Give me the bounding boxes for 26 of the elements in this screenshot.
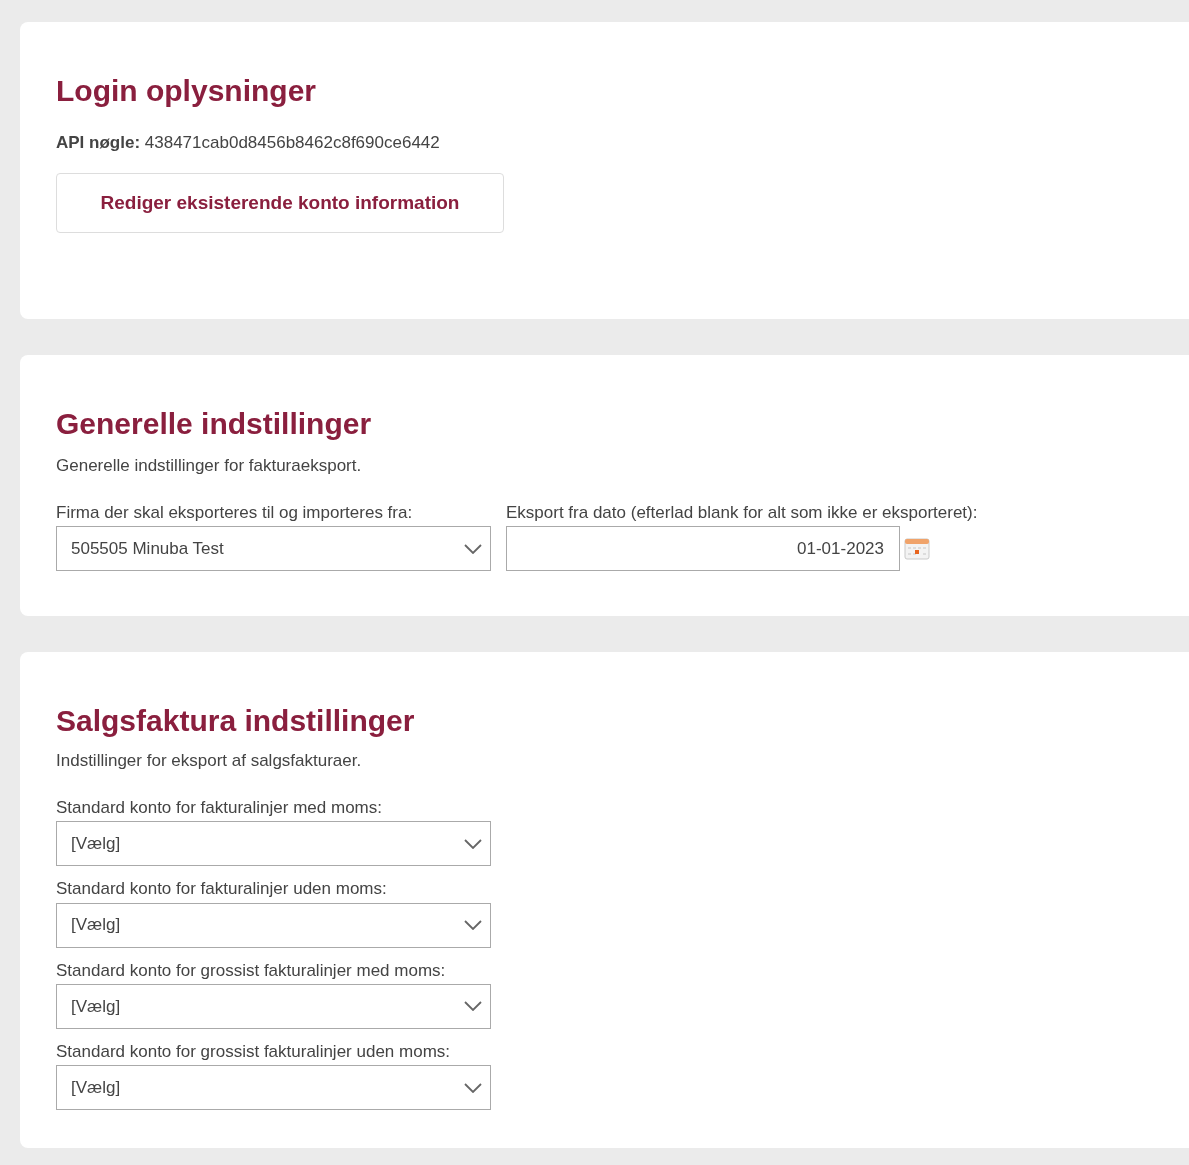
- chevron-down-icon: [464, 1082, 482, 1093]
- chevron-down-icon: [464, 920, 482, 930]
- date-field[interactable]: 01-01-2023: [506, 526, 900, 572]
- field-label: Firma der skal eksporteres til og importeres fra:: [56, 502, 414, 524]
- chevron-down-icon: [464, 1001, 482, 1012]
- field-label: Eksport fra dato (efterlad blank for alt som ikke er eksporteret):: [506, 502, 978, 524]
- select-field[interactable]: [Vælg]: [56, 1065, 491, 1110]
- section-description: Generelle indstillinger for fakturaeksport.: [56, 454, 363, 477]
- edit-account-button[interactable]: Rediger eksisterende konto information: [56, 173, 504, 233]
- select-field[interactable]: [Vælg]: [56, 983, 491, 1029]
- chevron-down-icon: [464, 838, 482, 849]
- section-title: Login oplysninger: [56, 73, 317, 109]
- select-field[interactable]: 505505 Minuba Test: [56, 526, 491, 572]
- field-label: Standard konto for grossist fakturalinjer med moms:: [56, 959, 447, 981]
- field-label: Standard konto for fakturalinjer med moms:: [56, 797, 383, 819]
- api-key-label: API nøgle:: [56, 132, 141, 152]
- section-title: Salgsfaktura indstillinger: [56, 703, 416, 739]
- api-key-value: 438471cab0d8456b8462c8f690ce6442: [144, 132, 440, 152]
- field-label: Standard konto for fakturalinjer uden moms:: [56, 878, 388, 900]
- calendar-icon[interactable]: [904, 537, 930, 560]
- field-label: Standard konto for grossist fakturalinjer uden moms:: [56, 1040, 452, 1062]
- select-field[interactable]: [Vælg]: [56, 821, 491, 867]
- select-field[interactable]: [Vælg]: [56, 902, 491, 948]
- chevron-down-icon: [464, 543, 482, 554]
- section-description: Indstillinger for eksport af salgsfakturaer.: [56, 749, 363, 772]
- section-title: Generelle indstillinger: [56, 406, 373, 442]
